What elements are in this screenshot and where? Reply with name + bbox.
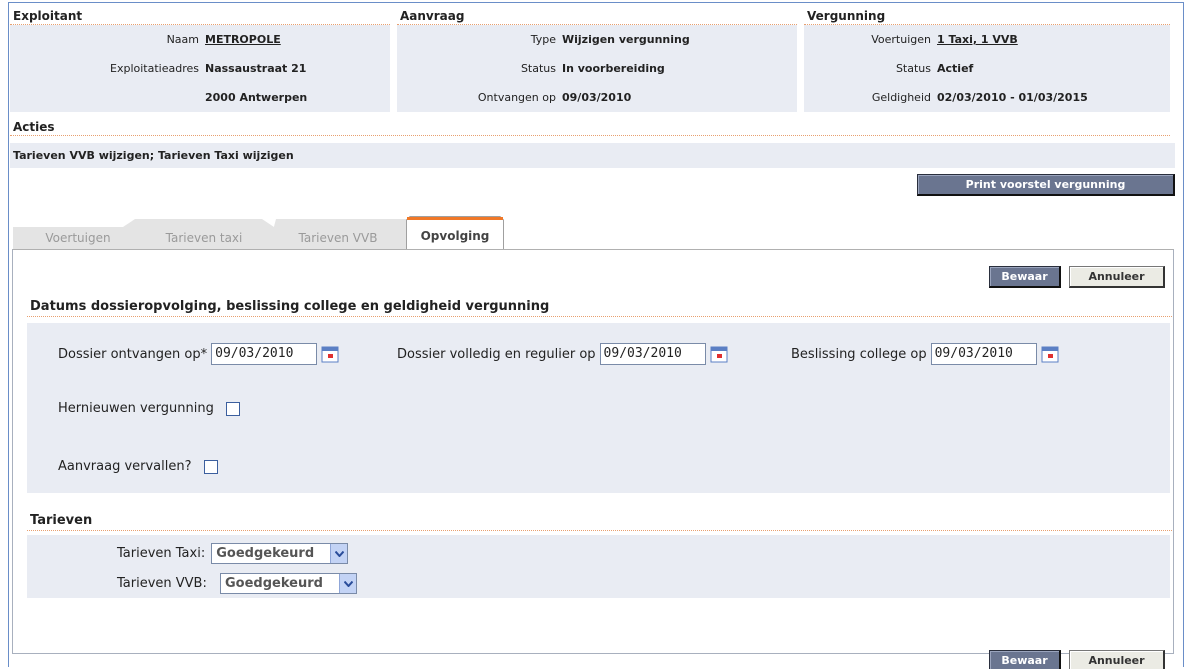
aanvraag-status-value: In voorbereiding xyxy=(562,62,665,75)
dossier-volledig-label: Dossier volledig en regulier op xyxy=(397,346,596,362)
aanvraag-title: Aanvraag xyxy=(397,8,797,25)
hernieuwen-field: Hernieuwen vergunning xyxy=(58,401,240,416)
tarieven-vvb-value: Goedgekeurd xyxy=(225,576,323,591)
vergunning-status-value: Actief xyxy=(937,62,974,75)
vergunning-box: Voertuigen 1 Taxi, 1 VVB Status Actief Gel… xyxy=(804,25,1170,112)
tab-opvolging-label: Opvolging xyxy=(420,229,490,243)
aanvraag-status-label: Status xyxy=(520,62,556,75)
exploitant-title: Exploitant xyxy=(10,8,390,25)
datums-section-title: Datums dossieropvolging, beslissing coll… xyxy=(27,297,1172,317)
tab-tarieven-vvb-label: Tarieven VVB xyxy=(298,231,378,245)
tab-tarieven-taxi[interactable]: Tarieven taxi xyxy=(134,219,274,249)
cancel-button-top[interactable]: Annuleer xyxy=(1069,266,1165,288)
cancel-button-bottom[interactable]: Annuleer xyxy=(1069,650,1165,669)
dossier-volledig-field: Dossier volledig en regulier op 09/03/20… xyxy=(397,343,728,365)
beslissing-field: Beslissing college op 09/03/2010 xyxy=(791,343,1059,365)
calendar-icon[interactable] xyxy=(321,345,339,363)
tab-opvolging[interactable]: Opvolging xyxy=(406,216,504,251)
vergunning-title: Vergunning xyxy=(804,8,1170,25)
vervallen-field: Aanvraag vervallen? xyxy=(58,459,218,474)
type-value: Wijzigen vergunning xyxy=(562,33,690,46)
tarieven-vvb-field: Tarieven VVB: Goedgekeurd xyxy=(117,573,357,594)
tab-tarieven-taxi-label: Tarieven taxi xyxy=(165,231,243,245)
tarieven-taxi-field: Tarieven Taxi: Goedgekeurd xyxy=(117,543,349,564)
tarieven-taxi-label: Tarieven Taxi: xyxy=(117,546,206,561)
adres-label: Exploitatieadres xyxy=(110,62,199,75)
acties-text: Tarieven VVB wijzigen; Tarieven Taxi wij… xyxy=(10,143,1175,168)
dossier-volledig-input[interactable]: 09/03/2010 xyxy=(599,343,706,365)
dossier-ontvangen-field: Dossier ontvangen op* 09/03/2010 xyxy=(58,343,339,365)
ontvangen-label: Ontvangen op xyxy=(477,91,556,104)
tab-tarieven-vvb[interactable]: Tarieven VVB xyxy=(268,219,408,249)
vervallen-checkbox[interactable] xyxy=(203,459,218,474)
adres-line2: 2000 Antwerpen xyxy=(205,91,308,104)
tarieven-section-title: Tarieven xyxy=(27,511,1172,531)
naam-label: Naam xyxy=(166,33,199,46)
print-proposal-button[interactable]: Print voorstel vergunning xyxy=(917,174,1175,196)
tarieven-vvb-label: Tarieven VVB: xyxy=(117,576,207,591)
vergunning-status-label: Status xyxy=(895,62,931,75)
type-label: Type xyxy=(530,33,556,46)
exploitant-box: Naam METROPOLE Exploitatieadres Nassaustra… xyxy=(10,25,390,112)
tab-voertuigen[interactable]: Voertuigen xyxy=(13,219,143,249)
tab-voertuigen-label: Voertuigen xyxy=(45,231,111,245)
beslissing-label: Beslissing college op xyxy=(791,346,927,362)
adres-line1: Nassaustraat 21 xyxy=(205,62,307,75)
voertuigen-link[interactable]: 1 Taxi, 1 VVB xyxy=(937,33,1018,46)
ontvangen-value: 09/03/2010 xyxy=(562,91,632,104)
hernieuwen-checkbox[interactable] xyxy=(225,401,240,416)
beslissing-input[interactable]: 09/03/2010 xyxy=(930,343,1037,365)
calendar-icon[interactable] xyxy=(710,345,728,363)
tarieven-taxi-select[interactable]: Goedgekeurd xyxy=(211,543,349,564)
vervallen-label: Aanvraag vervallen? xyxy=(58,459,192,474)
aanvraag-section: Aanvraag Type Wijzigen vergunning Status I… xyxy=(397,8,797,112)
chevron-down-icon[interactable] xyxy=(330,544,348,563)
save-button-bottom[interactable]: Bewaar xyxy=(989,650,1061,669)
geldigheid-value: 02/03/2010 - 01/03/2015 xyxy=(937,91,1088,104)
naam-link[interactable]: METROPOLE xyxy=(205,33,281,46)
save-button-top[interactable]: Bewaar xyxy=(989,266,1061,288)
chevron-down-icon[interactable] xyxy=(339,574,356,593)
exploitant-section: Exploitant Naam METROPOLE Exploitatieadre… xyxy=(10,8,390,112)
hernieuwen-label: Hernieuwen vergunning xyxy=(58,401,214,416)
dossier-ontvangen-input[interactable]: 09/03/2010 xyxy=(211,343,318,365)
tarieven-vvb-select[interactable]: Goedgekeurd xyxy=(220,573,357,594)
geldigheid-label: Geldigheid xyxy=(871,91,931,104)
acties-title: Acties xyxy=(10,118,1170,136)
voertuigen-label: Voertuigen xyxy=(871,33,931,46)
calendar-icon[interactable] xyxy=(1041,345,1059,363)
dossier-ontvangen-label: Dossier ontvangen op* xyxy=(58,346,208,362)
vergunning-section: Vergunning Voertuigen 1 Taxi, 1 VVB Statu… xyxy=(804,8,1170,112)
aanvraag-box: Type Wijzigen vergunning Status In voorber… xyxy=(397,25,797,112)
tarieven-taxi-value: Goedgekeurd xyxy=(216,546,315,561)
